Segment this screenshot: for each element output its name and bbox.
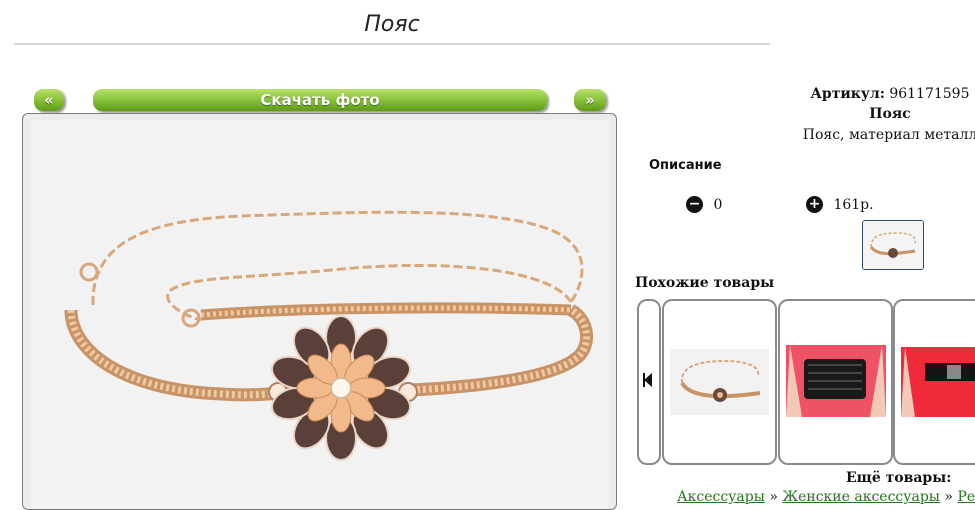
belt-photo-image [31, 120, 609, 509]
similar-item[interactable] [893, 299, 975, 465]
quantity-control: − 0 [686, 196, 722, 213]
description-label: Описание [649, 158, 722, 173]
download-photo-button[interactable]: Скачать фото [93, 89, 547, 111]
similar-item-image [670, 349, 769, 415]
minus-circle-icon[interactable]: − [686, 196, 703, 213]
next-photo-button[interactable]: » [574, 89, 606, 111]
similar-item[interactable] [662, 299, 777, 465]
quantity-value: 0 [713, 196, 723, 213]
plus-circle-icon[interactable]: + [806, 196, 823, 213]
product-name: Пояс [869, 106, 911, 122]
sku-value: 961171595 [889, 86, 970, 102]
title-divider [14, 43, 770, 45]
similar-item-image [786, 345, 886, 417]
similar-item[interactable] [778, 299, 893, 465]
product-sku: Артикул: 961171595 [790, 86, 975, 102]
price-control: + 161р. [806, 196, 874, 213]
page-title: Пояс [364, 12, 420, 37]
thumbnail-image [863, 221, 923, 269]
price-value: 161р. [833, 196, 874, 213]
more-products-label: Ещё товары: [846, 470, 952, 486]
similar-item-image [901, 347, 975, 417]
product-photo [22, 113, 617, 510]
sku-label: Артикул: [810, 86, 885, 102]
carousel-prev-button[interactable] [637, 299, 661, 465]
product-description: Пояс, материал металл [802, 127, 975, 143]
prev-photo-button[interactable]: « [34, 89, 64, 111]
similar-products-label: Похожие товары [635, 275, 775, 291]
product-thumbnail[interactable] [862, 220, 924, 270]
